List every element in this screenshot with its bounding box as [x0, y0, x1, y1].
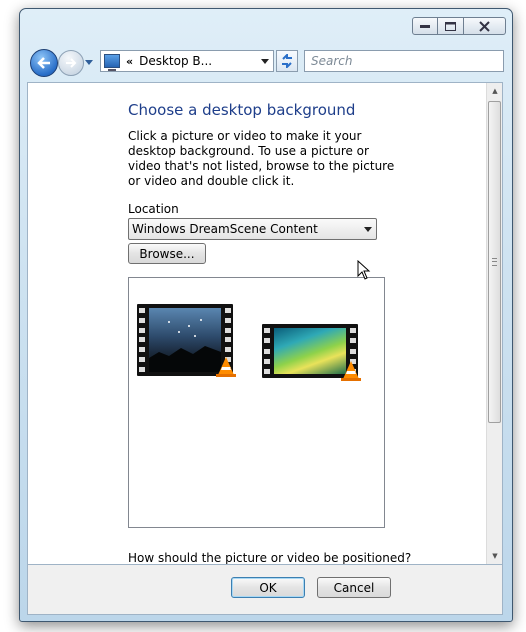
- maximize-button[interactable]: [438, 17, 464, 35]
- chevron-down-icon: [85, 59, 93, 65]
- close-icon: [479, 20, 490, 32]
- scrollbar-thumb[interactable]: [488, 101, 501, 423]
- minimize-icon: [420, 25, 430, 28]
- mouse-cursor-icon: [357, 260, 371, 280]
- background-gallery: [128, 277, 385, 528]
- refresh-button[interactable]: [276, 50, 298, 72]
- ok-button[interactable]: OK: [231, 577, 305, 598]
- scroll-down-arrow-icon[interactable]: ▼: [487, 548, 502, 564]
- breadcrumb-overflow[interactable]: «: [126, 55, 133, 68]
- content-pane: Choose a desktop background Click a pict…: [27, 82, 503, 565]
- maximize-icon: [445, 21, 456, 31]
- breadcrumb-location[interactable]: Desktop B...: [139, 54, 257, 68]
- location-selected-value: Windows DreamScene Content: [132, 222, 318, 236]
- gallery-item-aurora[interactable]: [262, 324, 362, 384]
- refresh-icon: [282, 54, 292, 68]
- control-panel-window: « Desktop B... Search Choose a desktop b…: [19, 8, 513, 622]
- location-select[interactable]: Windows DreamScene Content: [128, 218, 377, 240]
- back-arrow-icon: [37, 57, 50, 69]
- location-label: Location: [128, 202, 179, 216]
- scroll-up-arrow-icon[interactable]: ▲: [487, 83, 502, 99]
- vertical-scrollbar[interactable]: ▲ ▼: [486, 83, 502, 564]
- forward-arrow-icon: [66, 58, 77, 68]
- cancel-button[interactable]: Cancel: [317, 577, 391, 598]
- page-title: Choose a desktop background: [128, 101, 356, 119]
- address-bar[interactable]: « Desktop B...: [100, 50, 274, 72]
- back-button[interactable]: [30, 49, 58, 77]
- chevron-down-icon: [261, 58, 269, 64]
- gallery-item-night-sky[interactable]: [137, 304, 237, 380]
- search-input[interactable]: Search: [304, 50, 504, 72]
- page-description: Click a picture or video to make it your…: [128, 129, 395, 188]
- dialog-button-bar: OK Cancel: [27, 565, 503, 615]
- recent-pages-dropdown[interactable]: [84, 57, 94, 67]
- navigation-bar: « Desktop B... Search: [26, 47, 510, 77]
- address-dropdown[interactable]: [257, 57, 273, 66]
- vlc-cone-icon: [341, 361, 361, 381]
- position-question: How should the picture or video be posit…: [128, 551, 412, 565]
- browse-button[interactable]: Browse...: [128, 243, 206, 264]
- forward-button[interactable]: [58, 50, 84, 76]
- minimize-button[interactable]: [412, 17, 438, 35]
- close-button[interactable]: [464, 17, 506, 35]
- vlc-cone-icon: [216, 357, 236, 377]
- control-panel-icon: [104, 54, 120, 71]
- chevron-down-icon: [360, 225, 376, 234]
- search-placeholder: Search: [311, 54, 353, 68]
- window-controls: [412, 17, 506, 35]
